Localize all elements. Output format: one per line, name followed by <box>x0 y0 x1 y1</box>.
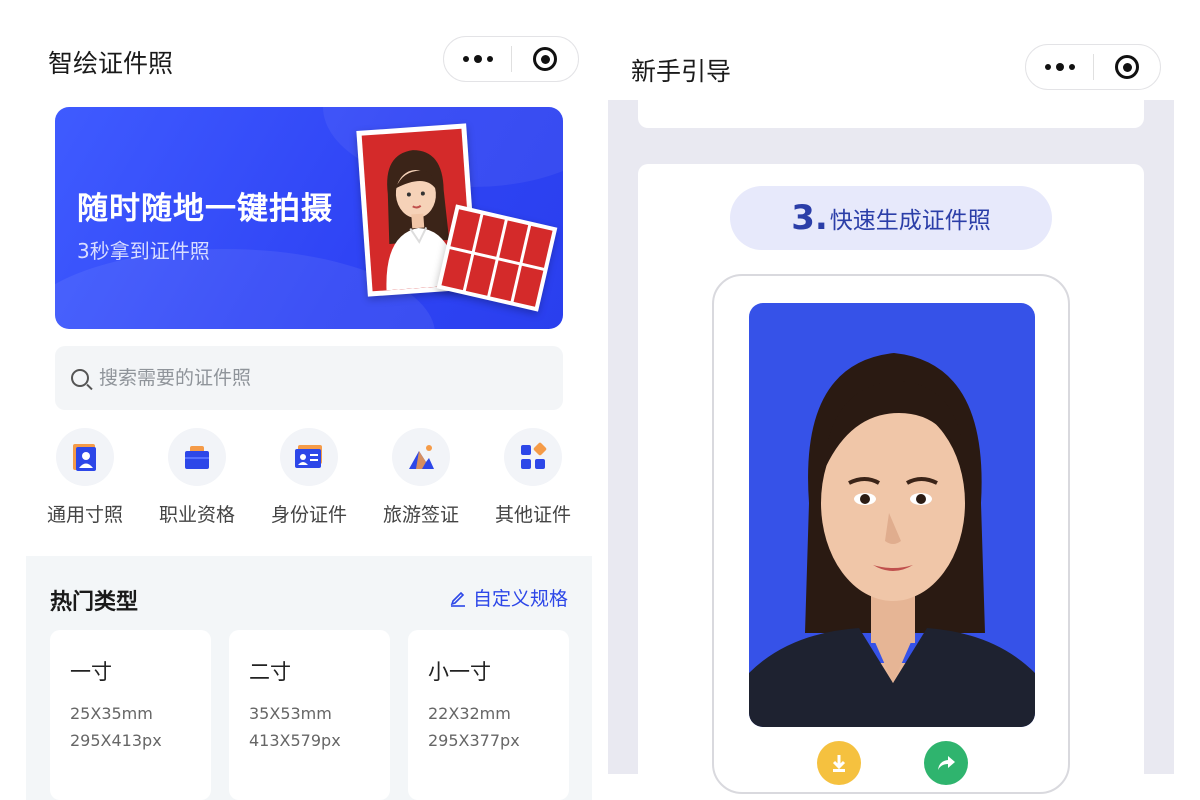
size-name: 二寸 <box>249 660 291 684</box>
size-mm: 35X53mm <box>249 704 332 723</box>
category-label: 职业资格 <box>158 504 235 526</box>
edit-icon <box>450 591 465 607</box>
hot-types-section: 热门类型 自定义规格 一寸 25X35mm 295X413px 二寸 35X53… <box>26 556 592 800</box>
close-mini-program-button[interactable] <box>512 47 578 71</box>
generated-id-photo <box>749 303 1035 727</box>
portrait-photo-icon <box>73 444 96 471</box>
size-mm: 25X35mm <box>70 704 153 723</box>
step-text: 快速生成证件照 <box>829 208 991 234</box>
hot-type-cards: 一寸 25X35mm 295X413px 二寸 35X53mm 413X579p… <box>50 630 569 800</box>
category-label: 旅游签证 <box>382 504 459 526</box>
page-title: 新手引导 <box>631 57 732 86</box>
section-title: 热门类型 <box>50 590 139 615</box>
search-icon <box>71 369 89 387</box>
custom-spec-label: 自定义规格 <box>472 588 568 610</box>
search-bar[interactable] <box>55 346 563 410</box>
size-name: 一寸 <box>70 660 112 684</box>
size-name: 小一寸 <box>428 660 491 684</box>
phone-mockup <box>712 274 1070 794</box>
size-px: 295X413px <box>70 731 162 750</box>
banner-subtitle: 3秒拿到证件照 <box>77 239 210 263</box>
size-card-2inch[interactable]: 二寸 35X53mm 413X579px <box>229 630 390 800</box>
portrait-illustration <box>749 353 1035 727</box>
size-card-small-1inch[interactable]: 小一寸 22X32mm 295X377px <box>408 630 569 800</box>
size-mm: 22X32mm <box>428 704 511 723</box>
dot-icon <box>473 55 482 63</box>
category-list: 通用寸照 职业资格 身份证件 旅游签证 其他证件 <box>26 428 592 527</box>
category-label: 通用寸照 <box>46 504 123 526</box>
size-px: 413X579px <box>249 731 341 750</box>
category-label: 身份证件 <box>270 504 347 526</box>
app-title: 智绘证件照 <box>48 49 174 78</box>
mini-program-capsule <box>443 36 579 82</box>
category-general-photo[interactable]: 通用寸照 <box>40 428 130 527</box>
mountain-icon <box>409 445 434 469</box>
category-professional[interactable]: 职业资格 <box>152 428 242 527</box>
dot-icon <box>486 56 493 62</box>
close-mini-program-button[interactable] <box>1094 55 1160 79</box>
share-button[interactable] <box>924 741 968 785</box>
custom-spec-link[interactable]: 自定义规格 <box>449 584 568 611</box>
briefcase-icon <box>185 446 209 469</box>
dot-icon <box>1044 64 1051 70</box>
promo-banner[interactable]: 随时随地一键拍摄 3秒拿到证件照 <box>55 107 563 329</box>
size-px: 295X377px <box>428 731 520 750</box>
id-card-icon <box>295 445 322 468</box>
share-icon <box>938 756 955 770</box>
category-other-documents[interactable]: 其他证件 <box>488 428 578 527</box>
guide-screen: 新手引导 3. 快速生成证件照 <box>600 0 1200 800</box>
apps-icon <box>521 442 547 469</box>
download-icon <box>832 755 846 772</box>
category-label: 其他证件 <box>494 504 571 526</box>
dot-icon <box>462 56 469 62</box>
category-id-document[interactable]: 身份证件 <box>264 428 354 527</box>
target-icon <box>533 47 557 71</box>
step-number: 3. <box>791 198 828 238</box>
target-icon <box>1115 55 1139 79</box>
more-menu-button[interactable] <box>444 55 511 63</box>
photo-sheet-illustration <box>436 204 558 312</box>
dot-icon <box>1068 64 1075 70</box>
more-menu-button[interactable] <box>1026 63 1093 71</box>
home-screen: 智绘证件照 随时随地一键拍摄 3秒拿到证件照 搜索需要的证件照 通用寸照 职业资… <box>0 0 600 800</box>
step-heading: 3. 快速生成证件照 <box>730 186 1052 250</box>
search-input[interactable] <box>99 367 499 389</box>
category-travel-visa[interactable]: 旅游签证 <box>376 428 466 527</box>
step-card: 3. 快速生成证件照 <box>638 164 1144 794</box>
previous-step-card <box>638 100 1144 128</box>
banner-title: 随时随地一键拍摄 <box>77 191 333 227</box>
mini-program-capsule <box>1025 44 1161 90</box>
size-card-1inch[interactable]: 一寸 25X35mm 295X413px <box>50 630 211 800</box>
dot-icon <box>1055 63 1064 71</box>
download-button[interactable] <box>817 741 861 785</box>
